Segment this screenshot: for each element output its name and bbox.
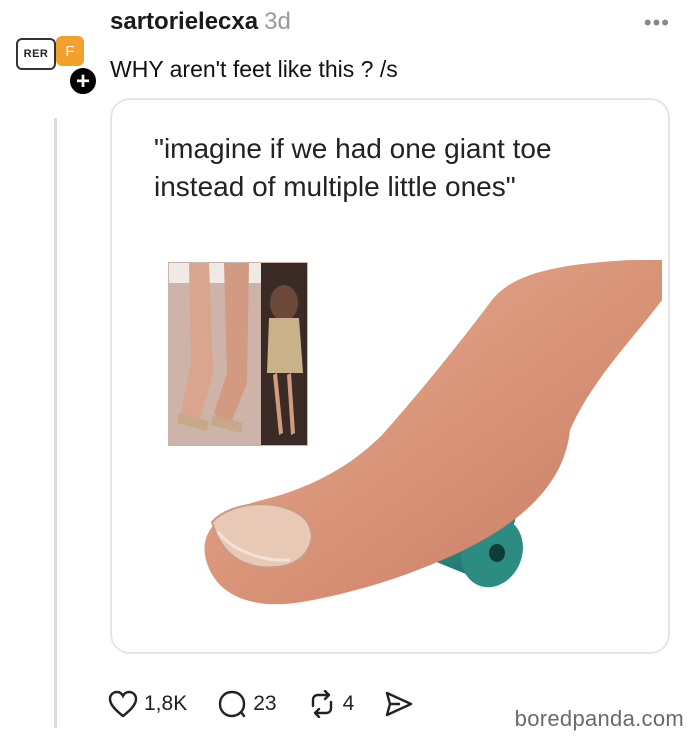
avatar-logo: RER — [16, 38, 56, 70]
meme-caption: "imagine if we had one giant toe instead… — [154, 133, 552, 202]
follow-button[interactable]: + — [68, 66, 98, 96]
thread-post: RER F + sartorielecxa 3d ••• WHY aren't f… — [0, 0, 700, 744]
inset-photo — [168, 262, 308, 446]
repost-count: 4 — [342, 692, 355, 715]
speech-bubble-icon — [219, 690, 246, 718]
action-bar: 1,8K 23 4 — [108, 684, 450, 724]
avatar[interactable]: RER F + — [14, 34, 100, 96]
like-count: 1,8K — [144, 692, 188, 715]
reply-button[interactable]: 23 — [217, 690, 277, 718]
post-header: sartorielecxa 3d — [110, 8, 291, 36]
repost-icon — [311, 690, 332, 718]
media-card[interactable]: "imagine if we had one giant toe instead… — [110, 98, 670, 654]
more-options-button[interactable]: ••• — [644, 10, 670, 36]
like-button[interactable]: 1,8K — [108, 690, 187, 718]
watermark: boredpanda.com — [514, 706, 684, 731]
send-icon — [386, 691, 413, 717]
repost-button[interactable]: 4 — [307, 690, 355, 718]
thread-line — [54, 118, 57, 728]
timestamp: 3d — [264, 8, 291, 35]
share-button[interactable] — [384, 690, 420, 718]
username[interactable]: sartorielecxa — [110, 8, 258, 35]
reply-count: 23 — [253, 692, 277, 715]
heart-icon — [108, 690, 138, 718]
post-text: WHY aren't feet like this ? /s — [110, 56, 398, 82]
avatar-badge: F — [56, 36, 84, 66]
